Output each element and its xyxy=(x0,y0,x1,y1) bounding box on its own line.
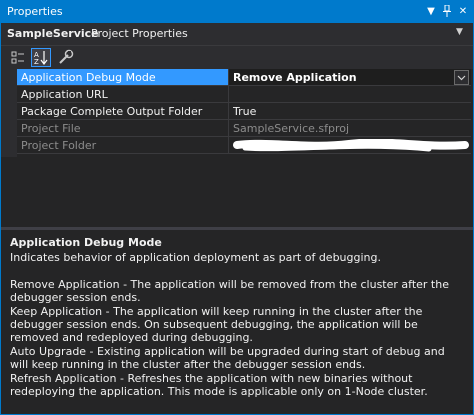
grid-gutter xyxy=(1,69,17,157)
property-name: Package Complete Output Folder xyxy=(21,105,203,118)
chevron-down-icon xyxy=(457,75,466,81)
categorized-icon[interactable] xyxy=(8,48,28,67)
column-divider[interactable] xyxy=(228,69,229,86)
property-row-project-folder[interactable]: Project Folder xyxy=(17,137,471,154)
property-value: SampleService.sfproj xyxy=(233,122,350,135)
close-icon[interactable]: ✕ xyxy=(456,3,470,20)
property-value[interactable]: Remove Application xyxy=(233,71,453,84)
value-dropdown-button[interactable] xyxy=(454,70,469,85)
description-title: Application Debug Mode xyxy=(10,236,162,249)
property-name: Application Debug Mode xyxy=(21,71,156,84)
object-type: Project Properties xyxy=(91,27,188,40)
properties-toolbar: A Z xyxy=(1,45,473,69)
property-pages-icon[interactable] xyxy=(55,48,75,67)
window-title: Properties xyxy=(7,5,63,18)
object-selector[interactable]: SampleService Project Properties ▼ xyxy=(1,23,473,45)
property-value[interactable]: True xyxy=(233,105,453,118)
property-row-package-complete-output-folder[interactable]: Package Complete Output Folder True xyxy=(17,103,471,120)
property-name: Application URL xyxy=(21,88,108,101)
redaction-scribble xyxy=(233,139,469,152)
description-text: Indicates behavior of application deploy… xyxy=(10,251,449,399)
title-bar[interactable]: Properties ▼ ✕ xyxy=(1,1,473,23)
property-row-project-file[interactable]: Project File SampleService.sfproj xyxy=(17,120,471,137)
column-divider[interactable] xyxy=(228,103,229,120)
auto-hide-pin-icon[interactable] xyxy=(440,3,454,20)
description-panel: Application Debug Mode Indicates behavio… xyxy=(1,230,473,414)
property-name: Project File xyxy=(21,122,81,135)
property-row-application-url[interactable]: Application URL xyxy=(17,86,471,103)
chevron-down-icon[interactable]: ▼ xyxy=(456,27,463,37)
property-name: Project Folder xyxy=(21,139,97,152)
svg-text:Z: Z xyxy=(34,58,39,66)
column-divider[interactable] xyxy=(228,120,229,137)
window-position-dropdown-icon[interactable]: ▼ xyxy=(424,3,438,20)
property-grid: Application Debug Mode Remove Applicatio… xyxy=(1,69,473,227)
column-divider[interactable] xyxy=(228,86,229,103)
property-row-application-debug-mode[interactable]: Application Debug Mode Remove Applicatio… xyxy=(17,69,471,86)
properties-window: Properties ▼ ✕ SampleService Project Pro… xyxy=(0,0,474,415)
alphabetical-icon[interactable]: A Z xyxy=(31,48,51,67)
object-name: SampleService xyxy=(7,27,99,40)
